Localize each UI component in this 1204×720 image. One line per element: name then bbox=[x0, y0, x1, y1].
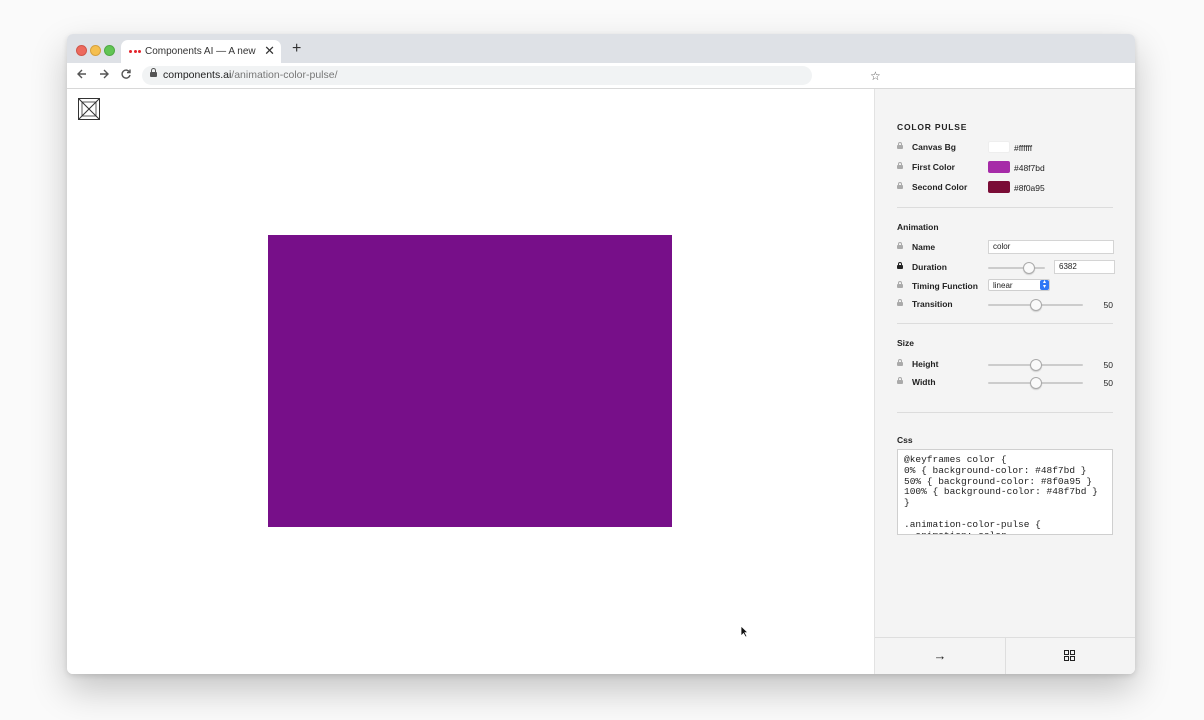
url-text: components.ai/animation-color-pulse/ bbox=[163, 69, 338, 81]
name-row: Name color bbox=[897, 240, 1114, 255]
second-color-label: Second Color bbox=[912, 182, 968, 192]
transition-slider[interactable] bbox=[988, 299, 1083, 311]
lock-icon[interactable] bbox=[897, 377, 903, 384]
timing-function-label: Timing Function bbox=[912, 281, 978, 291]
size-section-title: Size bbox=[897, 338, 915, 348]
preview-canvas bbox=[67, 89, 874, 674]
first-color-value[interactable]: #48f7bd bbox=[1014, 163, 1045, 173]
width-label: Width bbox=[912, 377, 936, 387]
tab-title: Components AI — A new way to bbox=[145, 46, 257, 57]
height-value: 50 bbox=[1103, 360, 1113, 370]
first-color-label: First Color bbox=[912, 162, 955, 172]
tab-strip: Components AI — A new way to ✕ + bbox=[67, 34, 1135, 63]
css-section-title: Css bbox=[897, 435, 913, 445]
maximize-window-button[interactable] bbox=[104, 45, 115, 56]
lock-icon[interactable] bbox=[897, 182, 903, 189]
duration-slider[interactable] bbox=[988, 262, 1045, 274]
animated-color-box bbox=[268, 235, 672, 527]
slider-thumb[interactable] bbox=[1029, 299, 1042, 311]
lock-icon bbox=[150, 68, 157, 77]
logo-icon[interactable] bbox=[78, 98, 100, 120]
lock-icon[interactable] bbox=[897, 262, 903, 269]
arrow-right-icon: → bbox=[933, 648, 947, 663]
slider-thumb[interactable] bbox=[1023, 262, 1036, 274]
width-slider[interactable] bbox=[988, 377, 1083, 389]
close-window-button[interactable] bbox=[76, 45, 87, 56]
browser-tab[interactable]: Components AI — A new way to ✕ bbox=[121, 40, 281, 63]
transition-row: Transition 50 bbox=[897, 298, 1113, 312]
arrow-left-icon[interactable] bbox=[76, 68, 88, 83]
css-code-textarea[interactable]: @keyframes color { 0% { background-color… bbox=[897, 449, 1113, 535]
divider bbox=[897, 323, 1113, 324]
mouse-cursor-icon bbox=[740, 625, 749, 643]
second-color-swatch[interactable] bbox=[988, 181, 1010, 193]
canvas-bg-value[interactable]: #ffffff bbox=[1014, 143, 1032, 153]
divider bbox=[897, 412, 1113, 413]
height-label: Height bbox=[912, 359, 939, 369]
timing-function-row: Timing Function linear ▴ ▾ bbox=[897, 279, 1113, 294]
slider-thumb[interactable] bbox=[1029, 377, 1042, 389]
canvas-bg-swatch[interactable] bbox=[988, 141, 1010, 153]
height-slider[interactable] bbox=[988, 359, 1083, 371]
next-button[interactable]: → bbox=[875, 638, 1006, 674]
tab-close-icon[interactable]: ✕ bbox=[264, 43, 275, 59]
transition-value: 50 bbox=[1103, 300, 1113, 310]
name-input[interactable]: color bbox=[988, 240, 1114, 254]
browser-toolbar: components.ai/animation-color-pulse/ ☆ bbox=[67, 63, 1135, 89]
lock-icon[interactable] bbox=[897, 281, 903, 288]
favicon-icon bbox=[129, 50, 141, 54]
animation-section-title: Animation bbox=[897, 222, 939, 232]
first-color-row: First Color #48f7bd bbox=[897, 161, 1113, 175]
new-tab-button[interactable]: + bbox=[292, 41, 301, 57]
lock-icon[interactable] bbox=[897, 242, 903, 249]
width-value: 50 bbox=[1103, 378, 1113, 388]
transition-label: Transition bbox=[912, 299, 953, 309]
grid-icon bbox=[1064, 650, 1076, 662]
canvas-bg-label: Canvas Bg bbox=[912, 142, 956, 152]
address-bar[interactable]: components.ai/animation-color-pulse/ ☆ bbox=[142, 66, 881, 85]
minimize-window-button[interactable] bbox=[90, 45, 101, 56]
reload-icon[interactable] bbox=[120, 68, 132, 83]
lock-icon[interactable] bbox=[897, 299, 903, 306]
duration-input[interactable]: 6382 bbox=[1054, 260, 1115, 274]
sidebar-footer: → bbox=[875, 637, 1135, 674]
second-color-value[interactable]: #8f0a95 bbox=[1014, 183, 1045, 193]
color-section-title: COLOR PULSE bbox=[897, 122, 968, 132]
height-row: Height 50 bbox=[897, 358, 1113, 372]
duration-row: Duration 6382 bbox=[897, 260, 1115, 275]
browser-window: Components AI — A new way to ✕ + compone… bbox=[67, 34, 1135, 674]
chevron-updown-icon: ▴ ▾ bbox=[1040, 279, 1049, 290]
lock-icon[interactable] bbox=[897, 162, 903, 169]
width-row: Width 50 bbox=[897, 376, 1113, 390]
second-color-row: Second Color #8f0a95 bbox=[897, 181, 1113, 195]
first-color-swatch[interactable] bbox=[988, 161, 1010, 173]
timing-function-select[interactable]: linear ▴ ▾ bbox=[988, 279, 1050, 291]
divider bbox=[897, 207, 1113, 208]
lock-icon[interactable] bbox=[897, 359, 903, 366]
lock-icon[interactable] bbox=[897, 142, 903, 149]
duration-label: Duration bbox=[912, 262, 947, 272]
name-label: Name bbox=[912, 242, 936, 252]
slider-thumb[interactable] bbox=[1029, 359, 1042, 371]
star-icon[interactable]: ☆ bbox=[870, 69, 881, 83]
grid-view-button[interactable] bbox=[1006, 638, 1135, 674]
arrow-right-icon[interactable] bbox=[98, 68, 110, 83]
controls-sidebar: COLOR PULSE Canvas Bg #ffffff First Colo… bbox=[874, 89, 1135, 674]
canvas-bg-row: Canvas Bg #ffffff bbox=[897, 141, 1113, 155]
